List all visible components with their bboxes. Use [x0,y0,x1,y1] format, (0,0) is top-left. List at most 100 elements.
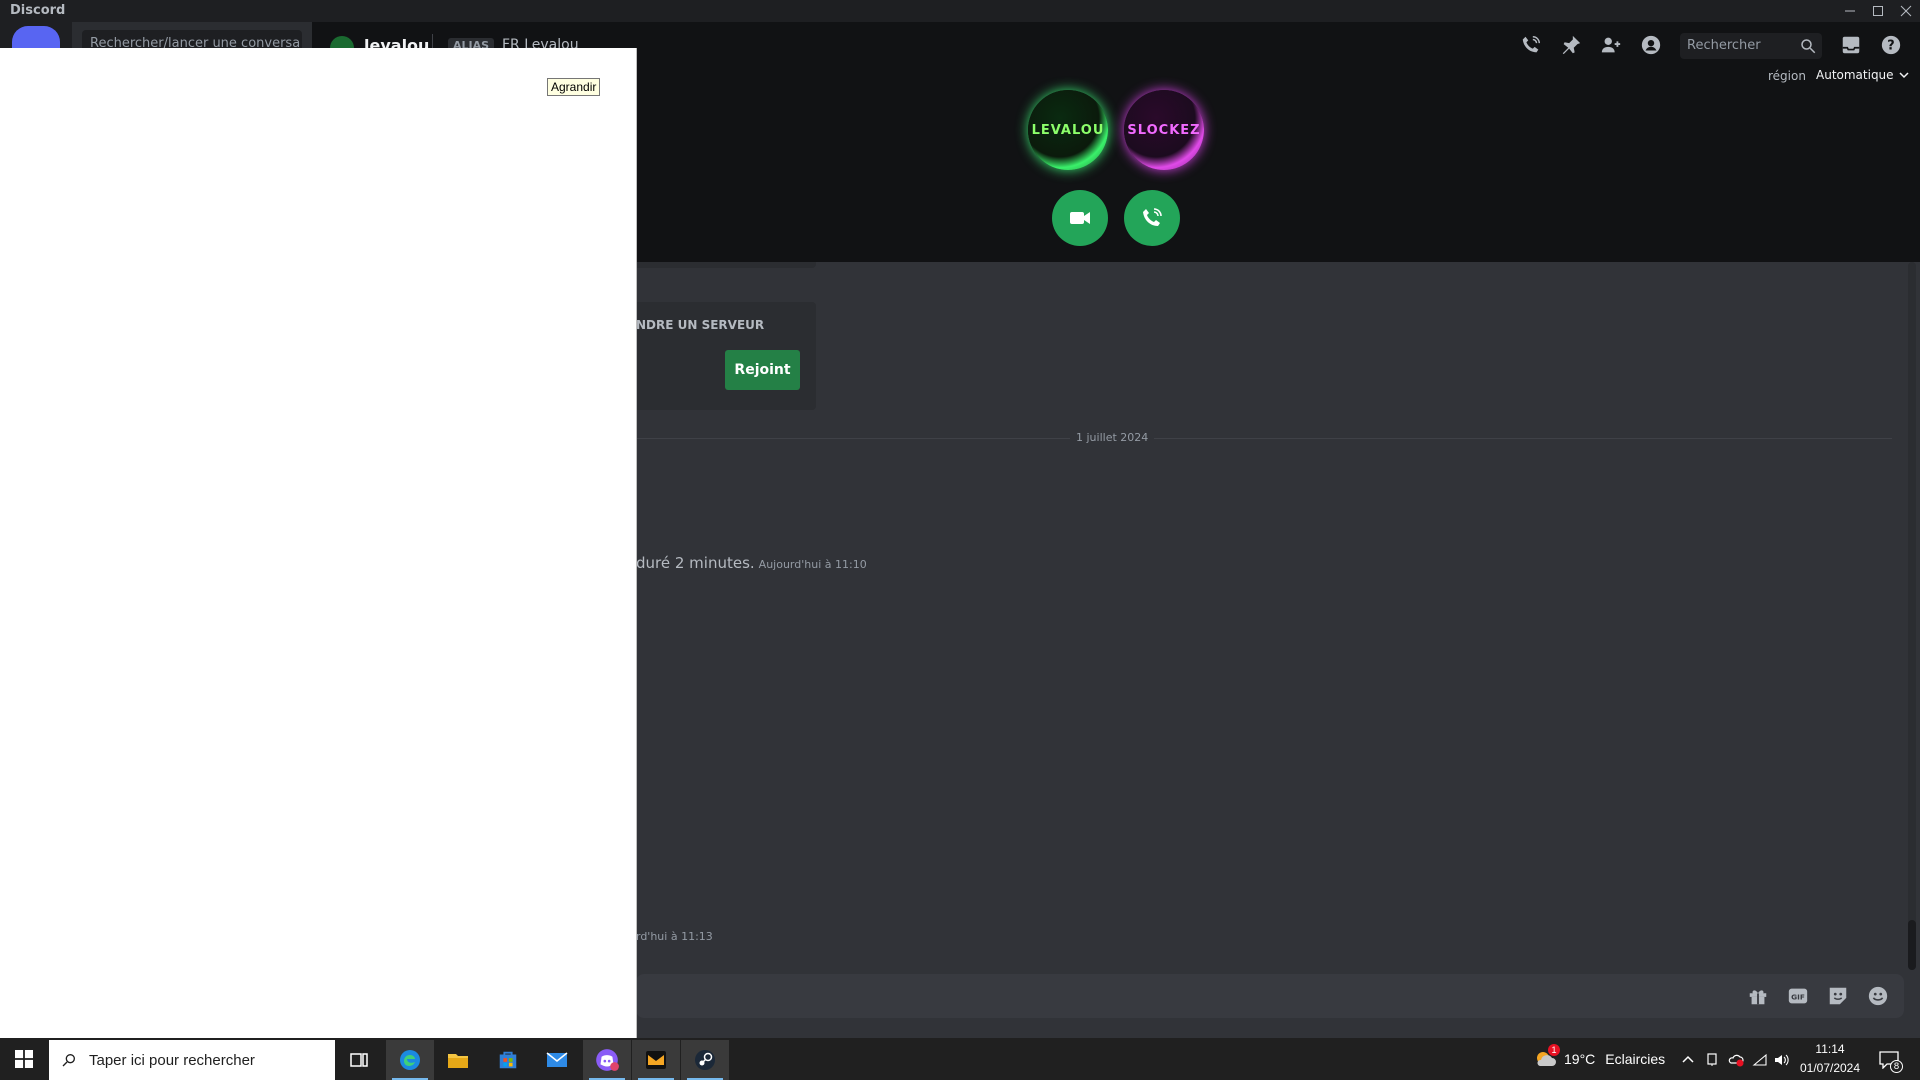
join-server-button[interactable]: Rejoint [725,350,800,390]
tray-volume-icon[interactable] [1772,1050,1792,1070]
svg-text:GIF: GIF [1791,993,1805,1002]
weather-description: Eclaircies [1605,1051,1666,1067]
weather-temperature: 19°C [1564,1051,1596,1067]
message-timestamp: rd'hui à 11:13 [636,930,713,943]
taskbar-app-store[interactable] [484,1040,532,1080]
inbox-icon [1842,36,1860,54]
taskbar-app-discord[interactable] [583,1040,631,1080]
notification-center-button[interactable]: 8 [1870,1044,1910,1078]
taskbar-app-file-explorer[interactable] [434,1040,482,1080]
sticker-icon [1829,987,1847,1005]
sticker-button[interactable] [1824,982,1852,1010]
close-icon [1900,5,1912,17]
tray-device-icon[interactable] [1702,1050,1722,1070]
weather-icon: 1 [1532,1044,1560,1072]
speaker-icon [1775,1054,1789,1066]
date-divider-line [636,438,1892,439]
emoji-icon [1868,986,1888,1006]
media-app-icon [646,1051,666,1069]
maximize-tooltip: Agrandir [547,78,601,96]
join-voice-call-button[interactable] [1124,190,1180,246]
chevron-up-icon [1682,1055,1694,1063]
task-view-button[interactable] [335,1040,383,1080]
store-icon [499,1051,517,1069]
gif-icon: GIF [1788,988,1808,1004]
phone-call-icon [1522,36,1540,53]
start-button[interactable] [0,1038,48,1080]
windows-icon [15,1050,33,1068]
search-icon [62,1054,75,1067]
show-hidden-icons-button[interactable] [1678,1050,1698,1070]
inbox-button[interactable] [1838,32,1864,58]
region-label: région [1768,69,1806,83]
edge-icon [400,1050,420,1070]
user-profile-button[interactable] [1638,32,1664,58]
tray-network-icon[interactable] [1750,1050,1770,1070]
discord-icon [596,1049,619,1071]
cloud-error-icon [1728,1054,1744,1067]
blank-overlay-window[interactable] [0,48,636,1038]
region-value: Automatique [1816,68,1894,82]
call-participant-avatar[interactable]: SLOCKEZ [1124,90,1204,170]
taskbar-app-edge[interactable] [386,1040,434,1080]
call-participant-avatar[interactable]: LEVALOU [1028,90,1108,170]
chat-scrollbar-thumb[interactable] [1908,920,1916,970]
pin-icon [1562,35,1581,55]
taskbar-app-mail[interactable] [533,1040,581,1080]
chat-scrollbar[interactable] [1908,262,1916,970]
wifi-icon [1752,1053,1767,1066]
chevron-down-icon [1899,72,1909,79]
search-icon [1801,39,1816,54]
notification-icon: 8 [1879,1051,1903,1073]
device-icon [1707,1053,1717,1066]
app-title: Discord [10,3,66,18]
task-view-icon [350,1053,368,1067]
taskbar-search-input[interactable]: Taper ici pour rechercher [49,1040,335,1080]
gift-button[interactable] [1744,982,1772,1010]
close-window-button[interactable] [1892,0,1920,22]
maximize-button[interactable] [1864,0,1892,22]
taskbar-clock-date[interactable]: 01/07/2024 [1790,1061,1870,1075]
folder-icon [448,1054,468,1068]
phone-call-icon [1143,208,1162,226]
message-timestamp: Aujourd'hui à 11:10 [758,558,867,571]
taskbar-clock-time[interactable]: 11:14 [1790,1042,1870,1056]
taskbar-app-steam[interactable] [681,1040,729,1080]
gif-button[interactable]: GIF [1784,982,1812,1010]
help-icon: ? [1881,35,1901,55]
title-bar: Discord [0,0,1920,22]
svg-text:?: ? [1887,39,1894,54]
steam-icon [695,1050,715,1070]
add-user-icon [1601,37,1621,53]
weather-alert-badge: 1 [1548,1044,1560,1056]
weather-widget[interactable]: 1 19°C Eclaircies [1532,1044,1666,1072]
taskbar-search-placeholder: Taper ici pour rechercher [89,1051,255,1069]
date-divider: 1 juillet 2024 [1070,431,1155,444]
call-duration-text: duré 2 minutes. [636,554,755,572]
emoji-button[interactable] [1864,982,1892,1010]
search-placeholder: Rechercher [1687,38,1761,53]
avatar-label: SLOCKEZ [1127,122,1201,138]
notification-count-badge: 8 [1890,1060,1903,1073]
tray-cloud-error-icon[interactable] [1726,1050,1746,1070]
call-ended-message: duré 2 minutes. Aujourd'hui à 11:10 [636,554,867,572]
avatar-label: LEVALOU [1031,122,1105,138]
minimize-icon [1845,10,1855,12]
add-friends-to-dm-button[interactable] [1598,32,1624,58]
invite-title: NDRE UN SERVEUR [636,318,765,332]
help-button[interactable]: ? [1878,32,1904,58]
user-profile-icon [1641,35,1661,55]
taskbar-app-media[interactable] [632,1040,680,1080]
join-video-call-button[interactable] [1052,190,1108,246]
pinned-messages-button[interactable] [1558,32,1584,58]
previous-embed [620,262,816,268]
mail-icon [546,1052,568,1067]
minimize-button[interactable] [1836,0,1864,22]
start-call-button[interactable] [1518,32,1544,58]
message-input[interactable] [636,974,1904,1018]
video-camera-icon [1070,212,1090,224]
header-search-input[interactable]: Rechercher [1680,33,1822,59]
maximize-icon [1873,6,1883,16]
region-selector[interactable]: Automatique [1816,68,1909,82]
gift-icon [1749,990,1767,1005]
